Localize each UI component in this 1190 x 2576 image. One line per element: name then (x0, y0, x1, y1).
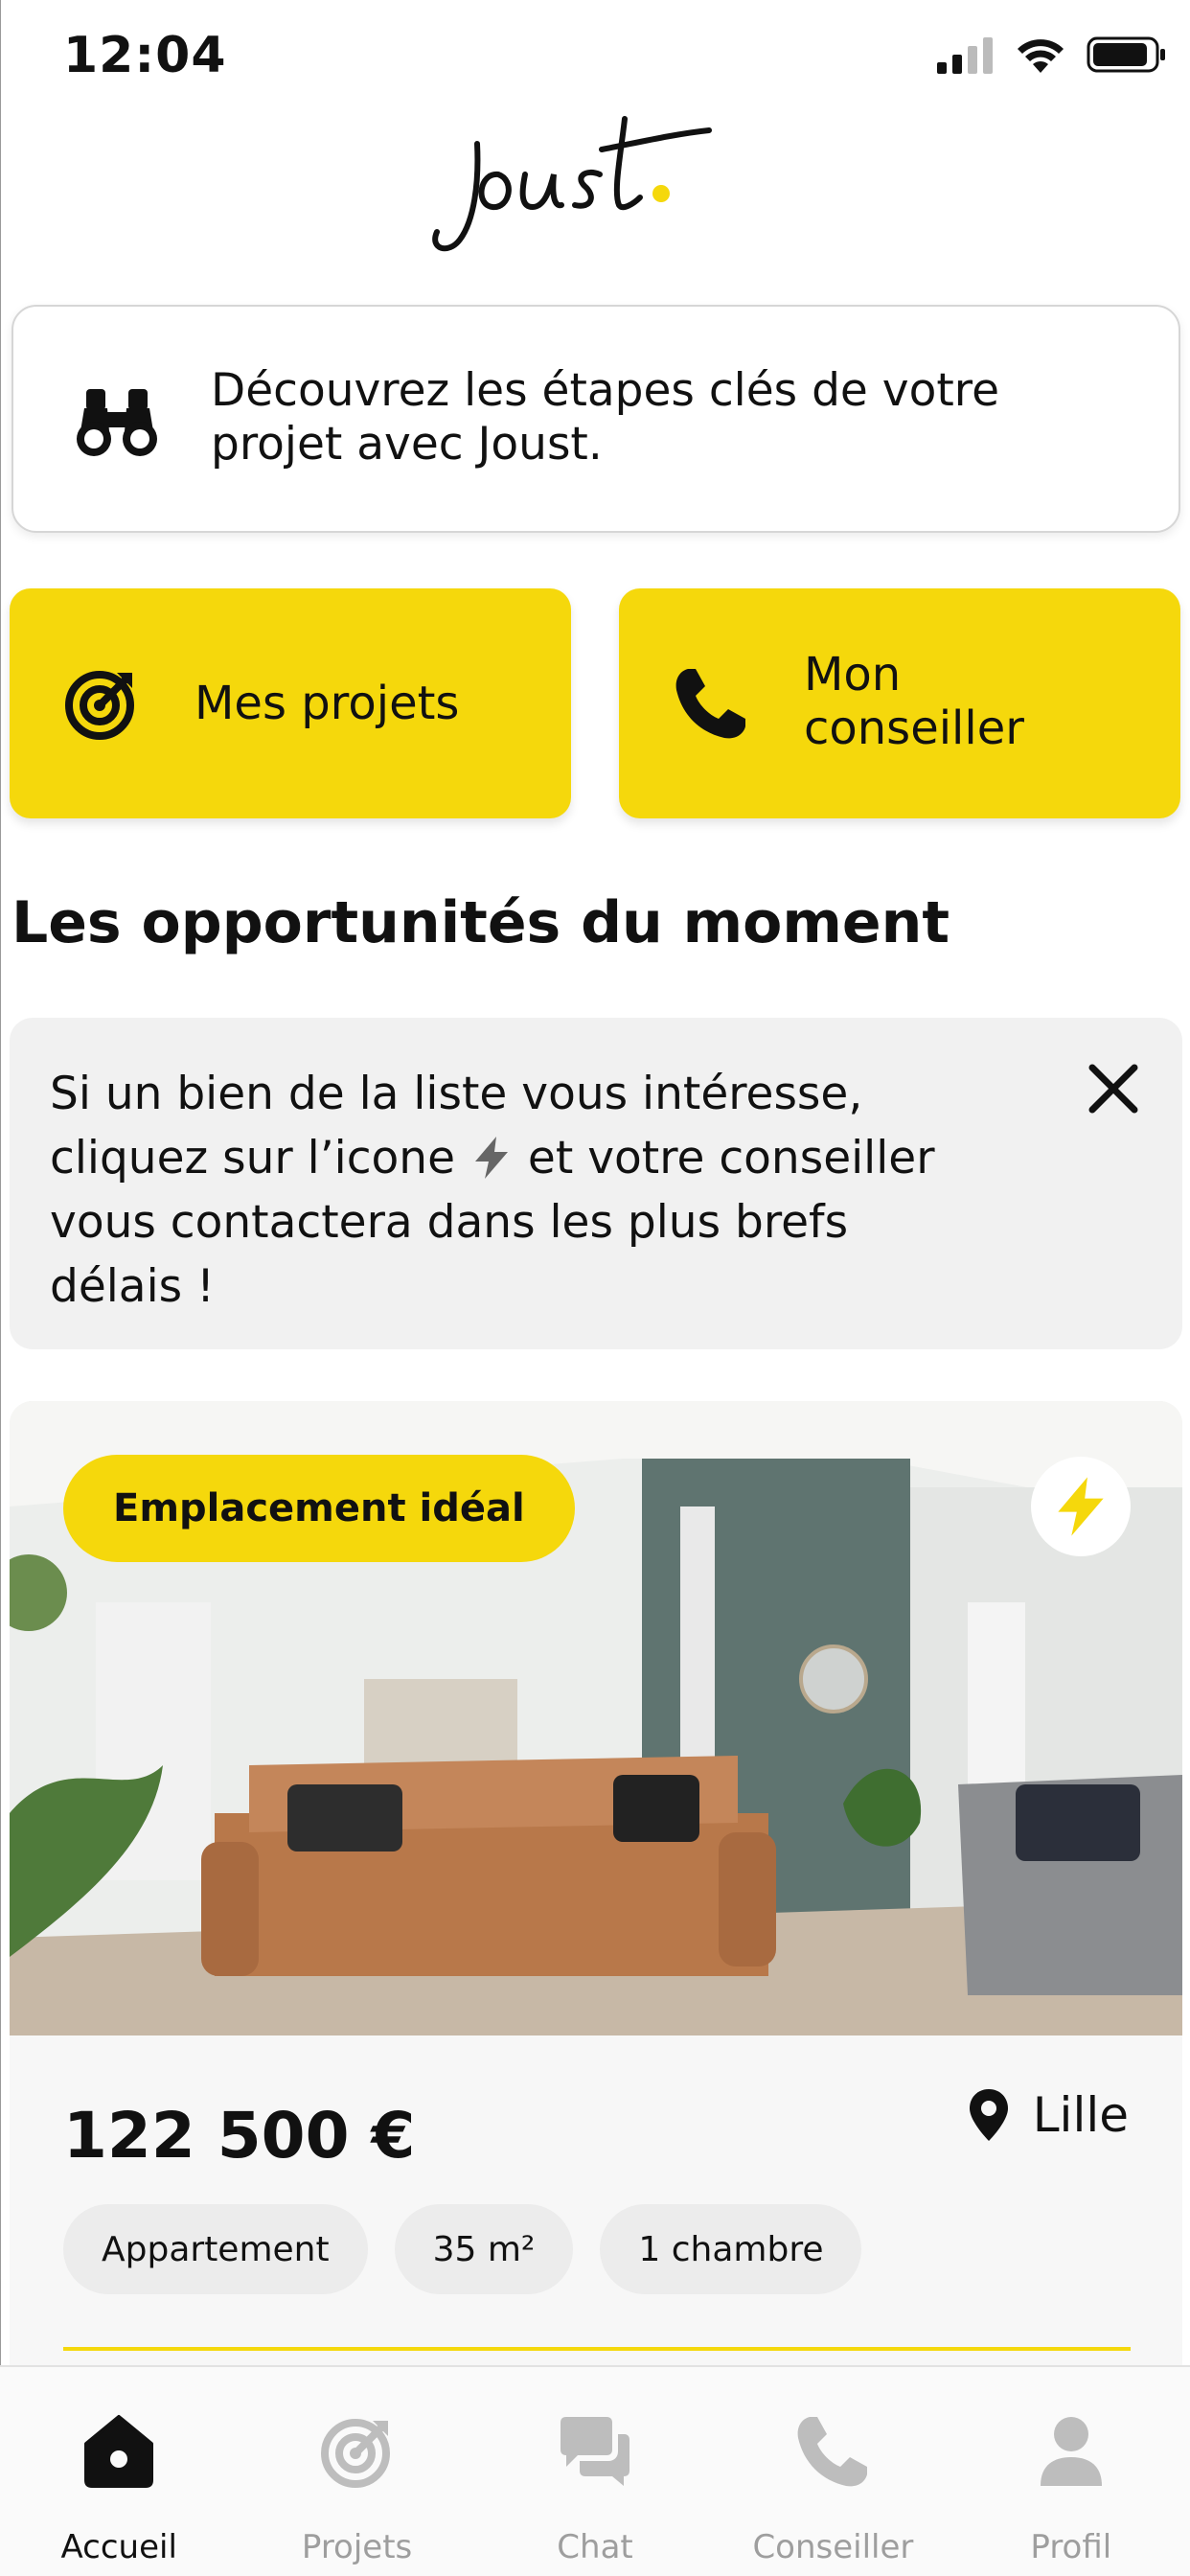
bolt-icon (1058, 1477, 1104, 1536)
wifi-icon (1018, 39, 1064, 73)
close-icon[interactable] (1079, 1054, 1148, 1123)
info-banner: Si un bien de la liste vous intéresse, c… (10, 1018, 1182, 1349)
my-advisor-label-line1: Mon (804, 648, 902, 702)
property-location-text: Lille (1032, 2087, 1129, 2143)
discover-card[interactable]: Découvrez les étapes clés de votre proje… (11, 305, 1180, 533)
tab-advisor-label: Conseiller (752, 2528, 914, 2566)
target-icon (320, 2419, 390, 2488)
my-advisor-label-line2: conseiller (804, 702, 1024, 755)
user-icon (1040, 2417, 1102, 2486)
home-icon (84, 2415, 154, 2488)
tab-home[interactable]: Accueil (0, 2367, 238, 2576)
card-divider (63, 2347, 1131, 2351)
discover-text: Découvrez les étapes clés de votre proje… (211, 364, 999, 471)
binoculars-icon (77, 389, 157, 456)
tab-advisor[interactable]: Conseiller (714, 2367, 951, 2576)
phone-icon (798, 2417, 868, 2487)
tab-projects-label: Projets (301, 2528, 413, 2566)
target-icon (65, 671, 134, 740)
my-projects-label: Mes projets (195, 677, 460, 730)
property-type-chip: Appartement (63, 2204, 368, 2294)
map-pin-icon (969, 2089, 1008, 2141)
my-projects-button[interactable]: Mes projets (10, 588, 571, 818)
property-chips: Appartement 35 m² 1 chambre (63, 2204, 862, 2294)
left-edge-line (0, 0, 1, 2576)
bolt-icon (474, 1137, 508, 1179)
tab-projects[interactable]: Projets (238, 2367, 475, 2576)
status-time: 12:04 (63, 27, 227, 84)
property-rooms-chip: 1 chambre (600, 2204, 862, 2294)
property-area-chip: 35 m² (394, 2204, 574, 2294)
phone-icon (675, 669, 745, 739)
section-title: Les opportunités du moment (11, 889, 950, 956)
status-bar: 12:04 (0, 0, 1190, 115)
property-price: 122 500 € (63, 2099, 416, 2173)
tab-profile-label: Profil (1030, 2528, 1112, 2566)
cellular-signal-icon (937, 37, 993, 74)
contact-bolt-button[interactable] (1031, 1457, 1131, 1556)
my-advisor-button[interactable]: Mon conseiller (619, 588, 1180, 818)
property-location: Lille (968, 2087, 1129, 2143)
joust-logo (432, 116, 712, 252)
tab-chat-label: Chat (557, 2528, 633, 2566)
battery-icon (1087, 36, 1165, 73)
tab-profile[interactable]: Profil (952, 2367, 1190, 2576)
info-text: Si un bien de la liste vous intéresse, c… (50, 1062, 960, 1319)
tab-bar: Accueil Projets Chat Conseiller Profil (0, 2365, 1190, 2576)
chat-icon (561, 2417, 630, 2486)
tab-chat[interactable]: Chat (476, 2367, 714, 2576)
tab-home-label: Accueil (60, 2528, 177, 2566)
status-icons (935, 34, 1167, 75)
property-tag-badge: Emplacement idéal (63, 1455, 575, 1562)
